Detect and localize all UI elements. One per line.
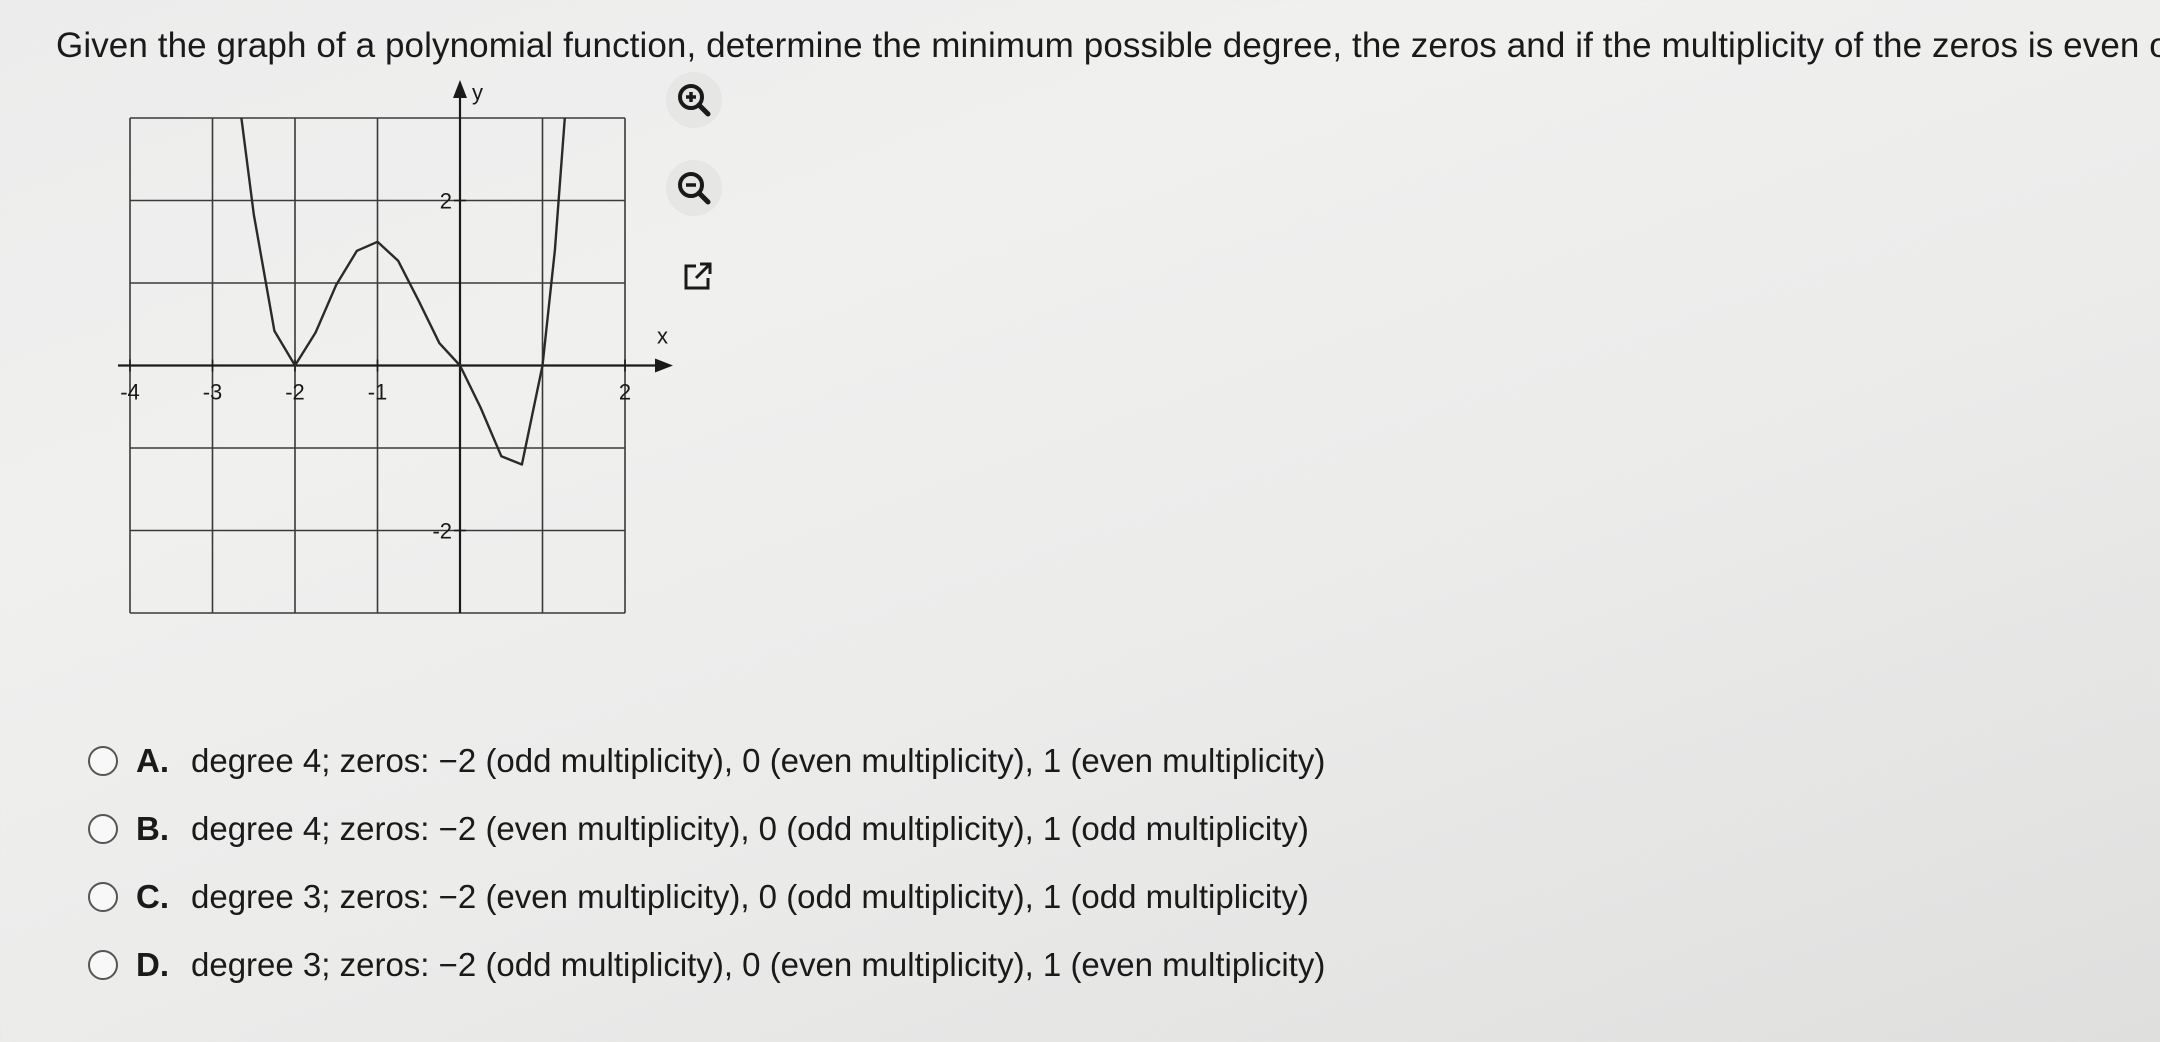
zoom-in-icon (678, 84, 711, 117)
x-tick-label: -2 (285, 380, 305, 405)
x-tick-label: 2 (619, 380, 631, 405)
option-letter: A. (136, 742, 169, 779)
polynomial-graph: x y -4 -3 -2 -1 2 2 -2 (96, 68, 676, 648)
y-tick-label: 2 (440, 189, 452, 214)
x-axis-arrow (655, 358, 673, 373)
x-tick-label: -3 (203, 380, 223, 405)
y-tick-label: -2 (432, 519, 452, 544)
option-letter: D. (136, 946, 169, 983)
option-a[interactable]: A. degree 4; zeros: −2 (odd multiplicity… (88, 727, 1325, 795)
option-letter: C. (136, 878, 169, 915)
graph-svg: x y -4 -3 -2 -1 2 2 -2 (118, 80, 673, 614)
radio-button[interactable] (88, 882, 118, 912)
x-tick-label: -1 (368, 380, 388, 405)
x-tick-label: -4 (120, 380, 140, 405)
y-axis-arrow (453, 80, 467, 98)
option-c[interactable]: C. degree 3; zeros: −2 (even multiplicit… (88, 863, 1325, 931)
radio-button[interactable] (88, 814, 118, 844)
zoom-out-button[interactable] (666, 160, 722, 216)
external-link-icon (684, 262, 712, 290)
option-letter: B. (136, 810, 169, 847)
zoom-out-icon (678, 172, 711, 205)
option-text: degree 3; zeros: −2 (odd multiplicity), … (191, 946, 1326, 983)
y-axis-label: y (472, 80, 483, 105)
popout-button[interactable] (676, 254, 720, 298)
option-d[interactable]: D. degree 3; zeros: −2 (odd multiplicity… (88, 931, 1325, 999)
answer-options: A. degree 4; zeros: −2 (odd multiplicity… (88, 727, 1325, 999)
option-text: degree 4; zeros: −2 (even multiplicity),… (191, 810, 1309, 847)
polynomial-curve (240, 117, 566, 466)
option-b[interactable]: B. degree 4; zeros: −2 (even multiplicit… (88, 795, 1325, 863)
question-text: Given the graph of a polynomial function… (56, 26, 2160, 65)
option-text: degree 4; zeros: −2 (odd multiplicity), … (191, 742, 1326, 779)
radio-button[interactable] (88, 746, 118, 776)
option-text: degree 3; zeros: −2 (even multiplicity),… (191, 878, 1309, 915)
radio-button[interactable] (88, 950, 118, 980)
zoom-in-button[interactable] (666, 72, 722, 128)
x-axis-label: x (657, 324, 668, 349)
